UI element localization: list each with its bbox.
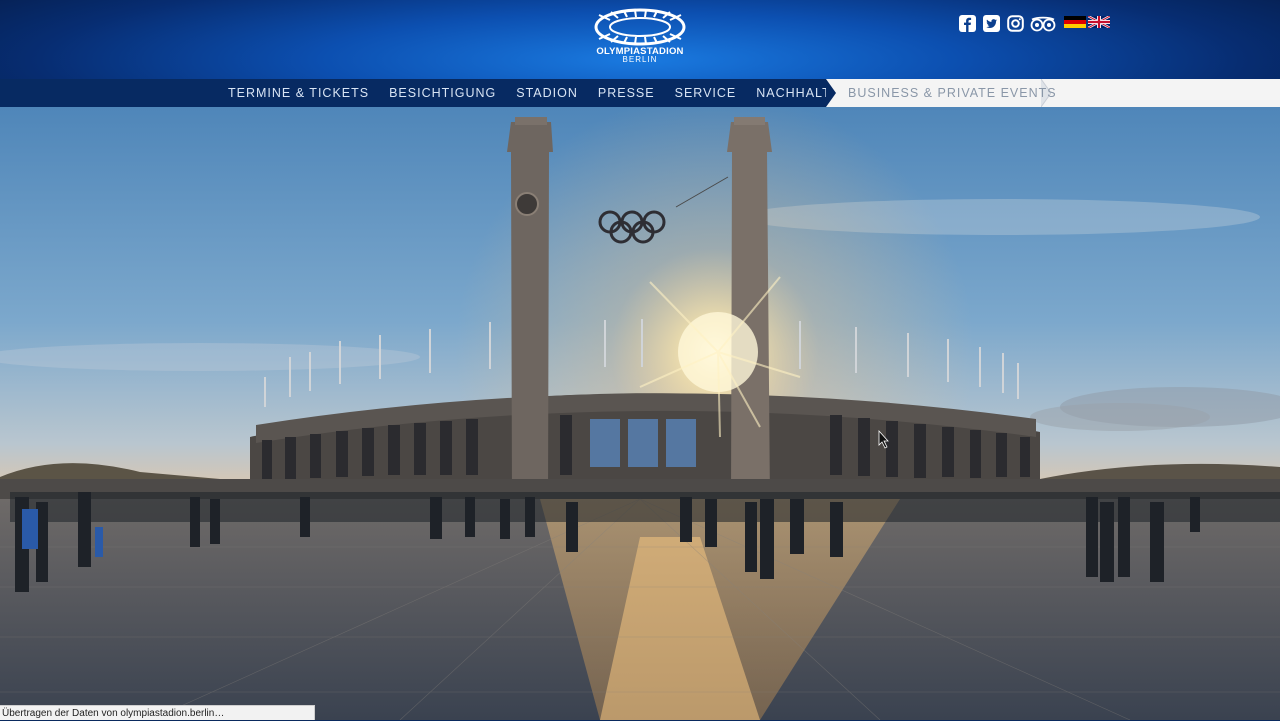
logo-subtitle: BERLIN bbox=[622, 55, 658, 64]
uk-flag-icon[interactable] bbox=[1088, 16, 1110, 28]
nav-item-service[interactable]: SERVICE bbox=[665, 79, 747, 107]
events-nav-arrow bbox=[826, 79, 836, 107]
main-navigation: TERMINE & TICKETS BESICHTIGUNG STADION P… bbox=[0, 79, 1280, 107]
facebook-icon[interactable] bbox=[958, 14, 976, 32]
olympiastadion-logo[interactable]: OLYMPIASTADION BERLIN bbox=[585, 8, 695, 64]
nav-item-besichtigung[interactable]: BESICHTIGUNG bbox=[379, 79, 506, 107]
language-switcher bbox=[1064, 16, 1110, 28]
stadium-photo bbox=[0, 107, 1280, 720]
social-links bbox=[958, 14, 1056, 34]
german-flag-icon[interactable] bbox=[1064, 16, 1086, 28]
nav-items: TERMINE & TICKETS BESICHTIGUNG STADION P… bbox=[218, 79, 888, 107]
nav-item-termine-tickets[interactable]: TERMINE & TICKETS bbox=[218, 79, 379, 107]
nav-item-presse[interactable]: PRESSE bbox=[588, 79, 665, 107]
hero-image bbox=[0, 107, 1280, 720]
tripadvisor-icon[interactable] bbox=[1030, 14, 1056, 32]
stadium-logo-icon bbox=[594, 8, 686, 46]
nav-item-stadion[interactable]: STADION bbox=[506, 79, 588, 107]
twitter-icon[interactable] bbox=[982, 14, 1000, 32]
site-header: OLYMPIASTADION BERLIN bbox=[0, 0, 1280, 80]
nav-item-business-private-events[interactable]: BUSINESS & PRIVATE EVENTS bbox=[848, 79, 1057, 107]
browser-status-bar: Übertragen der Daten von olympiastadion.… bbox=[0, 705, 315, 720]
instagram-icon[interactable] bbox=[1006, 14, 1024, 32]
